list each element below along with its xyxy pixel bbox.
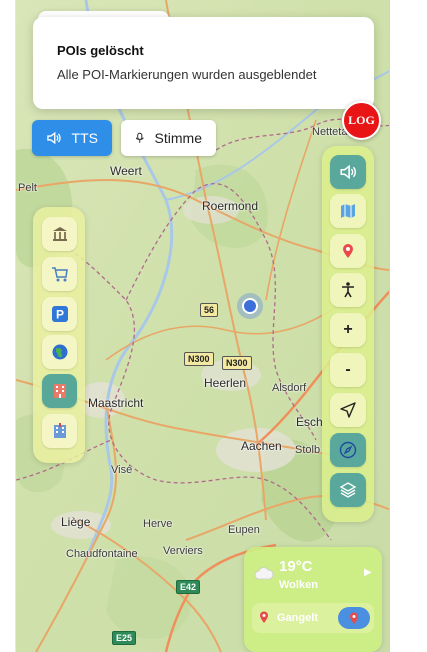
globe-icon — [52, 344, 67, 360]
accessibility-icon — [342, 282, 354, 298]
weather-temperature: 19°C — [279, 558, 313, 575]
map-view-button[interactable] — [330, 194, 366, 228]
label-pelt: Pelt — [18, 182, 37, 194]
weather-location: Gangelt — [277, 612, 318, 624]
tts-label: TTS — [71, 130, 98, 146]
museum-icon — [52, 227, 67, 241]
label-eschweiler: Esch — [296, 415, 323, 429]
label-herve: Herve — [143, 518, 173, 530]
navigate-icon — [340, 402, 356, 418]
road-shield-56: 56 — [200, 303, 219, 317]
poi-museum-button[interactable] — [42, 217, 77, 251]
current-location-marker[interactable] — [237, 293, 263, 319]
notification-title: POIs gelöscht — [57, 43, 144, 58]
label-roermond: Roermond — [202, 199, 259, 213]
label-aachen: Aachen — [241, 439, 282, 453]
poi-filter-panel: P — [33, 207, 85, 463]
accessibility-button[interactable] — [330, 273, 366, 307]
label-stolberg: Stolb — [295, 444, 321, 456]
shopping-icon — [51, 267, 68, 282]
poi-globe-button[interactable] — [42, 335, 77, 369]
road-shield-n300: N300 — [222, 356, 252, 370]
hospital-icon — [53, 423, 66, 438]
map-control-panel: + - — [322, 146, 374, 522]
notification-toast: POIs gelöscht Alle POI-Markierungen wurd… — [33, 17, 374, 109]
label-liege: Liège — [61, 515, 91, 529]
expand-arrow-icon[interactable]: ▶ — [364, 567, 372, 578]
location-dot — [242, 298, 258, 314]
cloud-icon — [254, 567, 274, 580]
speaker-icon — [340, 164, 356, 180]
label-eupen: Eupen — [228, 524, 260, 536]
layers-button[interactable] — [330, 473, 366, 507]
label-heerlen: Heerlen — [204, 376, 247, 390]
location-pin-icon — [260, 611, 268, 623]
zoom-in-button[interactable]: + — [330, 313, 366, 347]
tts-button[interactable]: TTS — [32, 120, 112, 156]
speaker-icon — [47, 131, 61, 145]
poi-shopping-button[interactable] — [42, 257, 77, 291]
poi-parking-button[interactable]: P — [42, 297, 77, 331]
notification-message: Alle POI-Markierungen wurden ausgeblende… — [57, 67, 317, 82]
road-shield-e25: E25 — [112, 631, 137, 645]
label-vise: Visé — [111, 464, 133, 476]
label-weert: Weert — [110, 164, 142, 178]
label-maastricht: Maastricht — [88, 396, 144, 410]
pin-icon — [350, 612, 358, 624]
weather-condition: Wolken — [279, 579, 318, 591]
app-root: Weert Pelt Roermond Nettetal Heerlen Als… — [0, 0, 427, 652]
label-verviers: Verviers — [163, 545, 203, 557]
pin-icon — [343, 244, 353, 258]
compass-icon — [339, 441, 357, 459]
poi-hotel-button[interactable] — [42, 374, 77, 408]
poi-hospital-button[interactable] — [42, 414, 77, 448]
voice-label: Stimme — [154, 130, 202, 146]
audio-toggle-button[interactable] — [330, 155, 366, 189]
hotel-icon — [53, 384, 66, 398]
layers-icon — [339, 482, 357, 498]
compass-button[interactable] — [330, 433, 366, 467]
log-button[interactable]: LOG — [342, 101, 381, 140]
voice-button[interactable]: Stimme — [121, 120, 216, 156]
label-alsdorf: Alsdorf — [272, 382, 307, 394]
map-icon — [341, 204, 355, 218]
zoom-out-button[interactable]: - — [330, 353, 366, 387]
road-shield-e42: E42 — [176, 580, 201, 594]
road-shield-n300: N300 — [184, 352, 214, 366]
label-chaudfontaine: Chaudfontaine — [66, 548, 138, 560]
svg-text:P: P — [55, 308, 63, 322]
pin-button[interactable] — [330, 234, 366, 268]
microphone-icon — [135, 132, 144, 143]
parking-icon: P — [51, 306, 68, 322]
weather-widget[interactable]: 19°C Wolken ▶ Gangelt — [244, 547, 382, 652]
set-location-button[interactable] — [338, 607, 370, 629]
navigate-button[interactable] — [330, 393, 366, 427]
